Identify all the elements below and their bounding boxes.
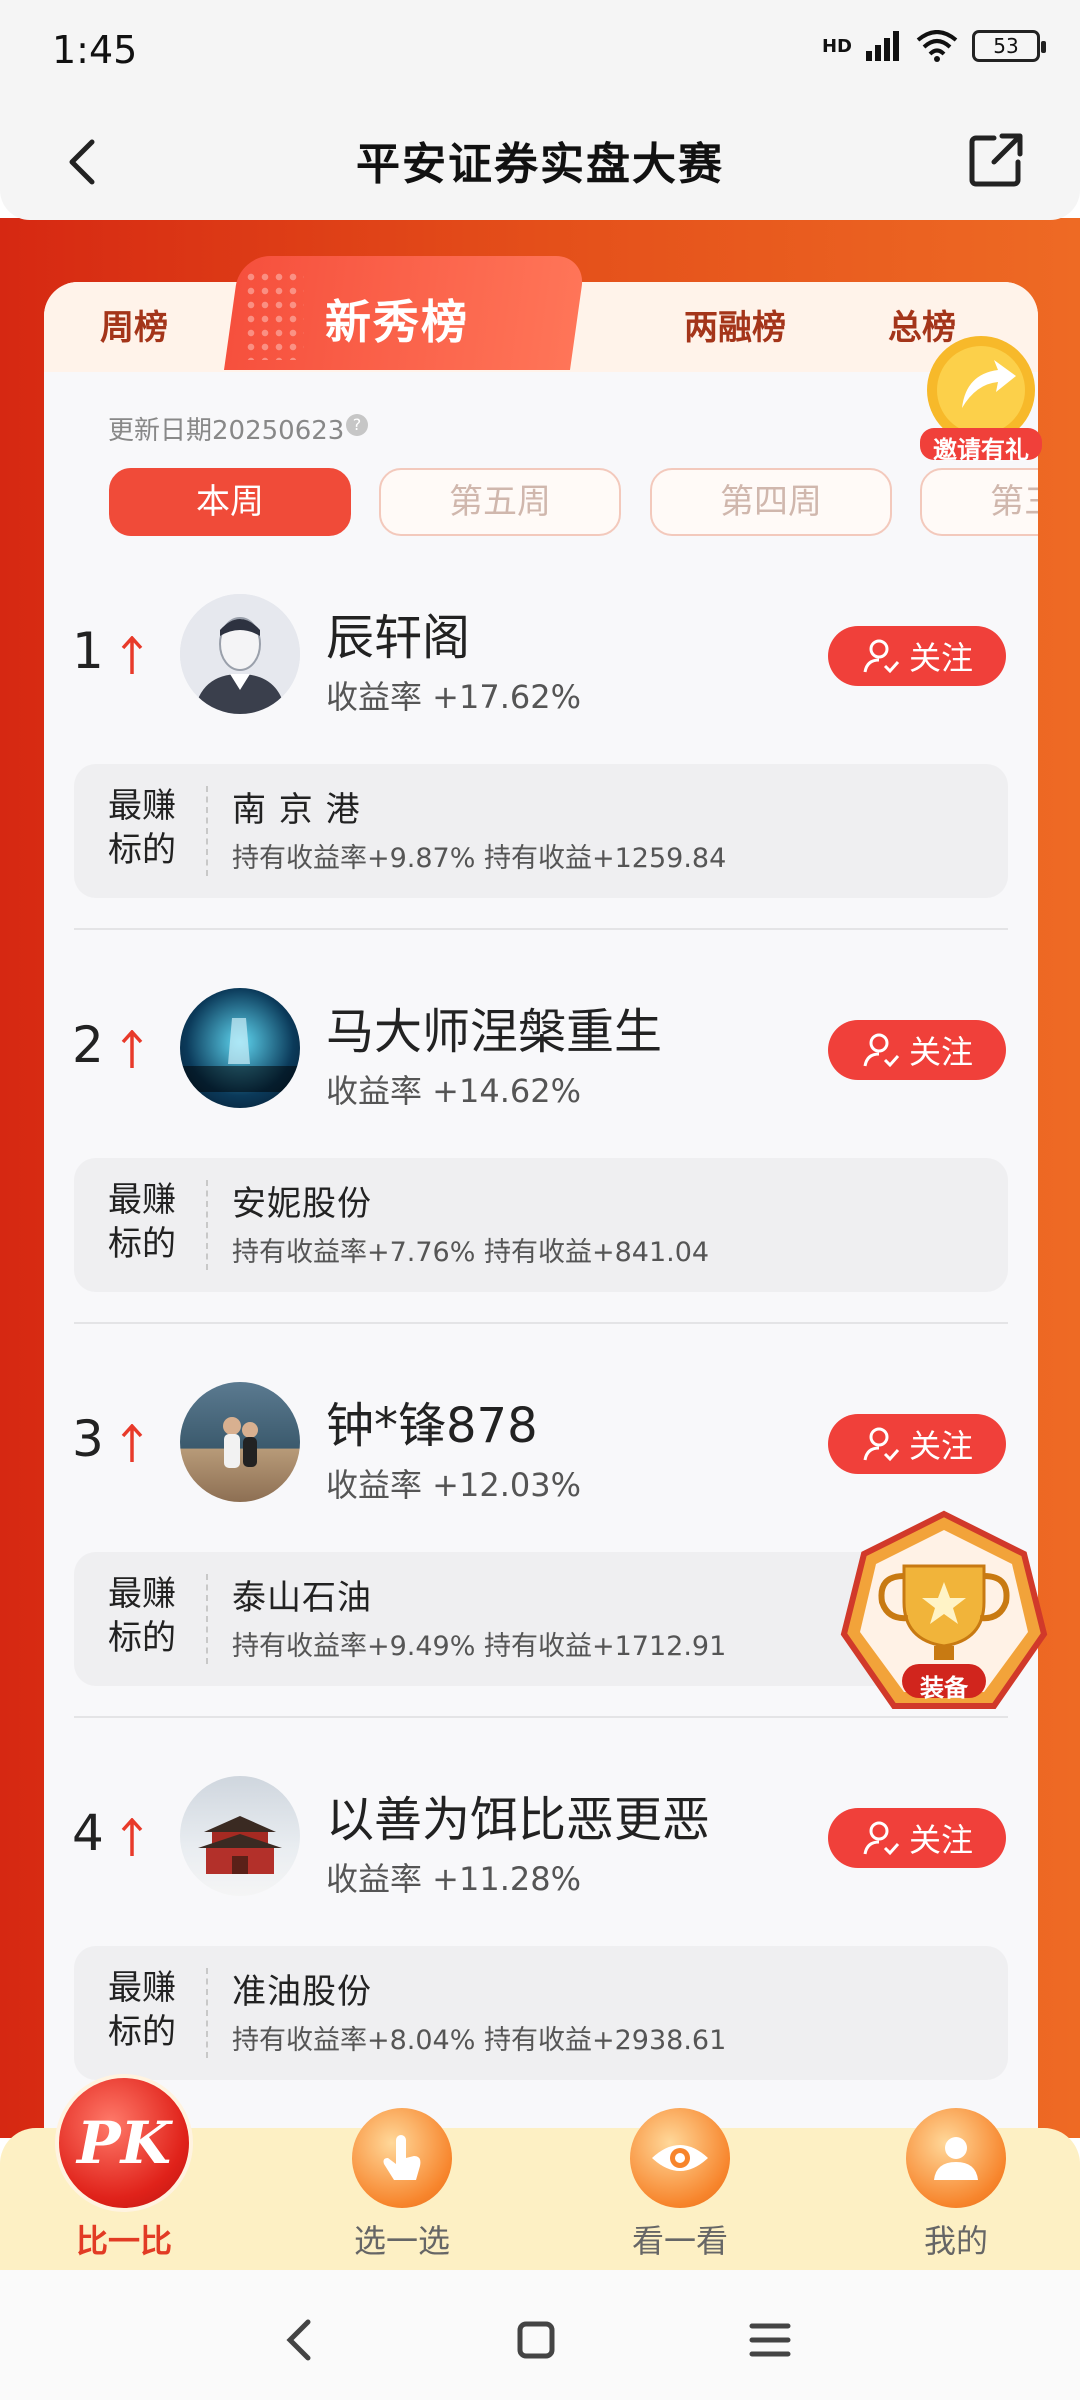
- nav-watch[interactable]: 看一看: [600, 2108, 760, 2262]
- best-stock-label: 最赚标的: [108, 1574, 176, 1658]
- network-type: HD: [821, 35, 852, 57]
- best-stock-box[interactable]: 最赚标的 南 京 港 持有收益率+9.87% 持有收益+1259.84: [74, 764, 1008, 898]
- user-name[interactable]: 辰轩阁: [326, 598, 470, 668]
- best-stock-label: 最赚标的: [108, 1968, 176, 2052]
- trophy-label: 装备: [920, 1674, 968, 1702]
- title-bar: 平安证券实盘大赛: [0, 108, 1080, 220]
- tab-weekly[interactable]: 周榜: [100, 300, 168, 349]
- nav-label: 看一看: [631, 2222, 728, 2260]
- system-home-icon[interactable]: [506, 2310, 566, 2370]
- separator: [206, 1574, 208, 1664]
- yield-rate: 收益率 +17.62%: [326, 678, 582, 716]
- nav-select[interactable]: 选一选: [322, 2108, 482, 2262]
- up-arrow-icon: [121, 1424, 143, 1462]
- yield-rate: 收益率 +11.28%: [326, 1860, 582, 1898]
- follow-button[interactable]: 关注: [828, 1808, 1006, 1868]
- nav-compare[interactable]: PK 比一比: [44, 2074, 204, 2262]
- yield-rate: 收益率 +14.62%: [326, 1072, 582, 1110]
- signal-icon: [866, 31, 899, 61]
- system-nav-bar: [0, 2270, 1080, 2400]
- share-icon[interactable]: [964, 128, 1028, 192]
- default-avatar-icon: [180, 594, 300, 714]
- up-arrow-icon: [121, 1030, 143, 1068]
- follow-label: 关注: [908, 1821, 973, 1859]
- follow-button[interactable]: 关注: [828, 1020, 1006, 1080]
- avatar-photo: [198, 1816, 282, 1874]
- page-title: 平安证券实盘大赛: [356, 139, 724, 190]
- separator: [206, 786, 208, 876]
- system-menu-icon[interactable]: [740, 2310, 800, 2370]
- tab-margin[interactable]: 两融榜: [684, 300, 786, 349]
- user-name[interactable]: 以善为饵比恶更恶: [326, 1780, 710, 1850]
- follow-button[interactable]: 关注: [828, 1414, 1006, 1474]
- wifi-icon: [916, 30, 958, 62]
- week-three[interactable]: 第三周: [920, 468, 1038, 536]
- rank-number: 2: [72, 1016, 104, 1074]
- help-icon[interactable]: ?: [346, 414, 368, 436]
- stock-stats: 持有收益率+9.49% 持有收益+1712.91: [232, 1631, 727, 1662]
- separator: [206, 1968, 208, 2058]
- avatar[interactable]: [180, 1382, 300, 1502]
- stock-stats: 持有收益率+7.76% 持有收益+841.04: [232, 1237, 710, 1268]
- stock-stats: 持有收益率+8.04% 持有收益+2938.61: [232, 2025, 727, 2056]
- follow-label: 关注: [908, 1033, 973, 1071]
- follow-user-icon: [863, 639, 900, 674]
- yield-rate: 收益率 +12.03%: [326, 1466, 582, 1504]
- nav-label: 比一比: [75, 2222, 172, 2260]
- equipment-trophy-badge[interactable]: 装备: [838, 1510, 1050, 1726]
- update-date: 更新日期20250623: [108, 416, 345, 446]
- system-back-icon[interactable]: [270, 2310, 330, 2370]
- nav-label: 我的: [923, 2222, 988, 2260]
- best-stock-label: 最赚标的: [108, 786, 176, 870]
- tap-icon: [352, 2108, 452, 2208]
- avatar[interactable]: [180, 988, 300, 1108]
- follow-label: 关注: [908, 639, 973, 677]
- pk-icon: PK: [55, 2074, 193, 2212]
- user-icon: [906, 2108, 1006, 2208]
- avatar[interactable]: [180, 1776, 300, 1896]
- stock-name: 安妮股份: [232, 1184, 372, 1224]
- status-time: 1:45: [52, 28, 138, 72]
- week-selector: 本周 第五周 第四周 第三周: [44, 460, 1038, 550]
- avatar-photo: [180, 1018, 300, 1092]
- eye-icon: [630, 2108, 730, 2208]
- avatar-photo: [223, 1417, 258, 1468]
- row-divider: [74, 928, 1008, 930]
- best-stock-label: 最赚标的: [108, 1180, 176, 1264]
- avatar[interactable]: [180, 594, 300, 714]
- stock-name: 准油股份: [232, 1972, 372, 2012]
- row-divider: [74, 1322, 1008, 1324]
- stock-stats: 持有收益率+9.87% 持有收益+1259.84: [232, 843, 727, 874]
- rank-number: 1: [72, 622, 104, 680]
- stock-name: 泰山石油: [232, 1578, 372, 1618]
- up-arrow-icon: [121, 1818, 143, 1856]
- up-arrow-icon: [121, 636, 143, 674]
- follow-button[interactable]: 关注: [828, 626, 1006, 686]
- nav-label: 选一选: [353, 2222, 450, 2260]
- invite-badge[interactable]: 邀请有礼: [914, 330, 1048, 464]
- battery-icon: 53: [972, 30, 1046, 62]
- best-stock-box[interactable]: 最赚标的 安妮股份 持有收益率+7.76% 持有收益+841.04: [74, 1158, 1008, 1292]
- user-name[interactable]: 钟*锋878: [326, 1386, 538, 1456]
- separator: [206, 1180, 208, 1270]
- week-current[interactable]: 本周: [109, 468, 351, 536]
- follow-user-icon: [863, 1033, 900, 1068]
- follow-user-icon: [863, 1821, 900, 1856]
- tab-rookie[interactable]: 新秀榜: [232, 286, 562, 352]
- follow-label: 关注: [908, 1427, 973, 1465]
- follow-user-icon: [863, 1427, 900, 1462]
- user-name[interactable]: 马大师涅槃重生: [326, 992, 662, 1062]
- status-bar: 1:45 HD 53: [0, 0, 1080, 108]
- status-icons: HD 53: [821, 30, 1046, 62]
- rank-number: 4: [72, 1804, 104, 1862]
- nav-mine[interactable]: 我的: [876, 2108, 1036, 2262]
- week-four[interactable]: 第四周: [650, 468, 892, 536]
- best-stock-box[interactable]: 最赚标的 准油股份 持有收益率+8.04% 持有收益+2938.61: [74, 1946, 1008, 2080]
- stock-name: 南 京 港: [232, 790, 361, 830]
- rank-number: 3: [72, 1410, 104, 1468]
- week-five[interactable]: 第五周: [379, 468, 621, 536]
- invite-label: 邀请有礼: [933, 436, 1029, 464]
